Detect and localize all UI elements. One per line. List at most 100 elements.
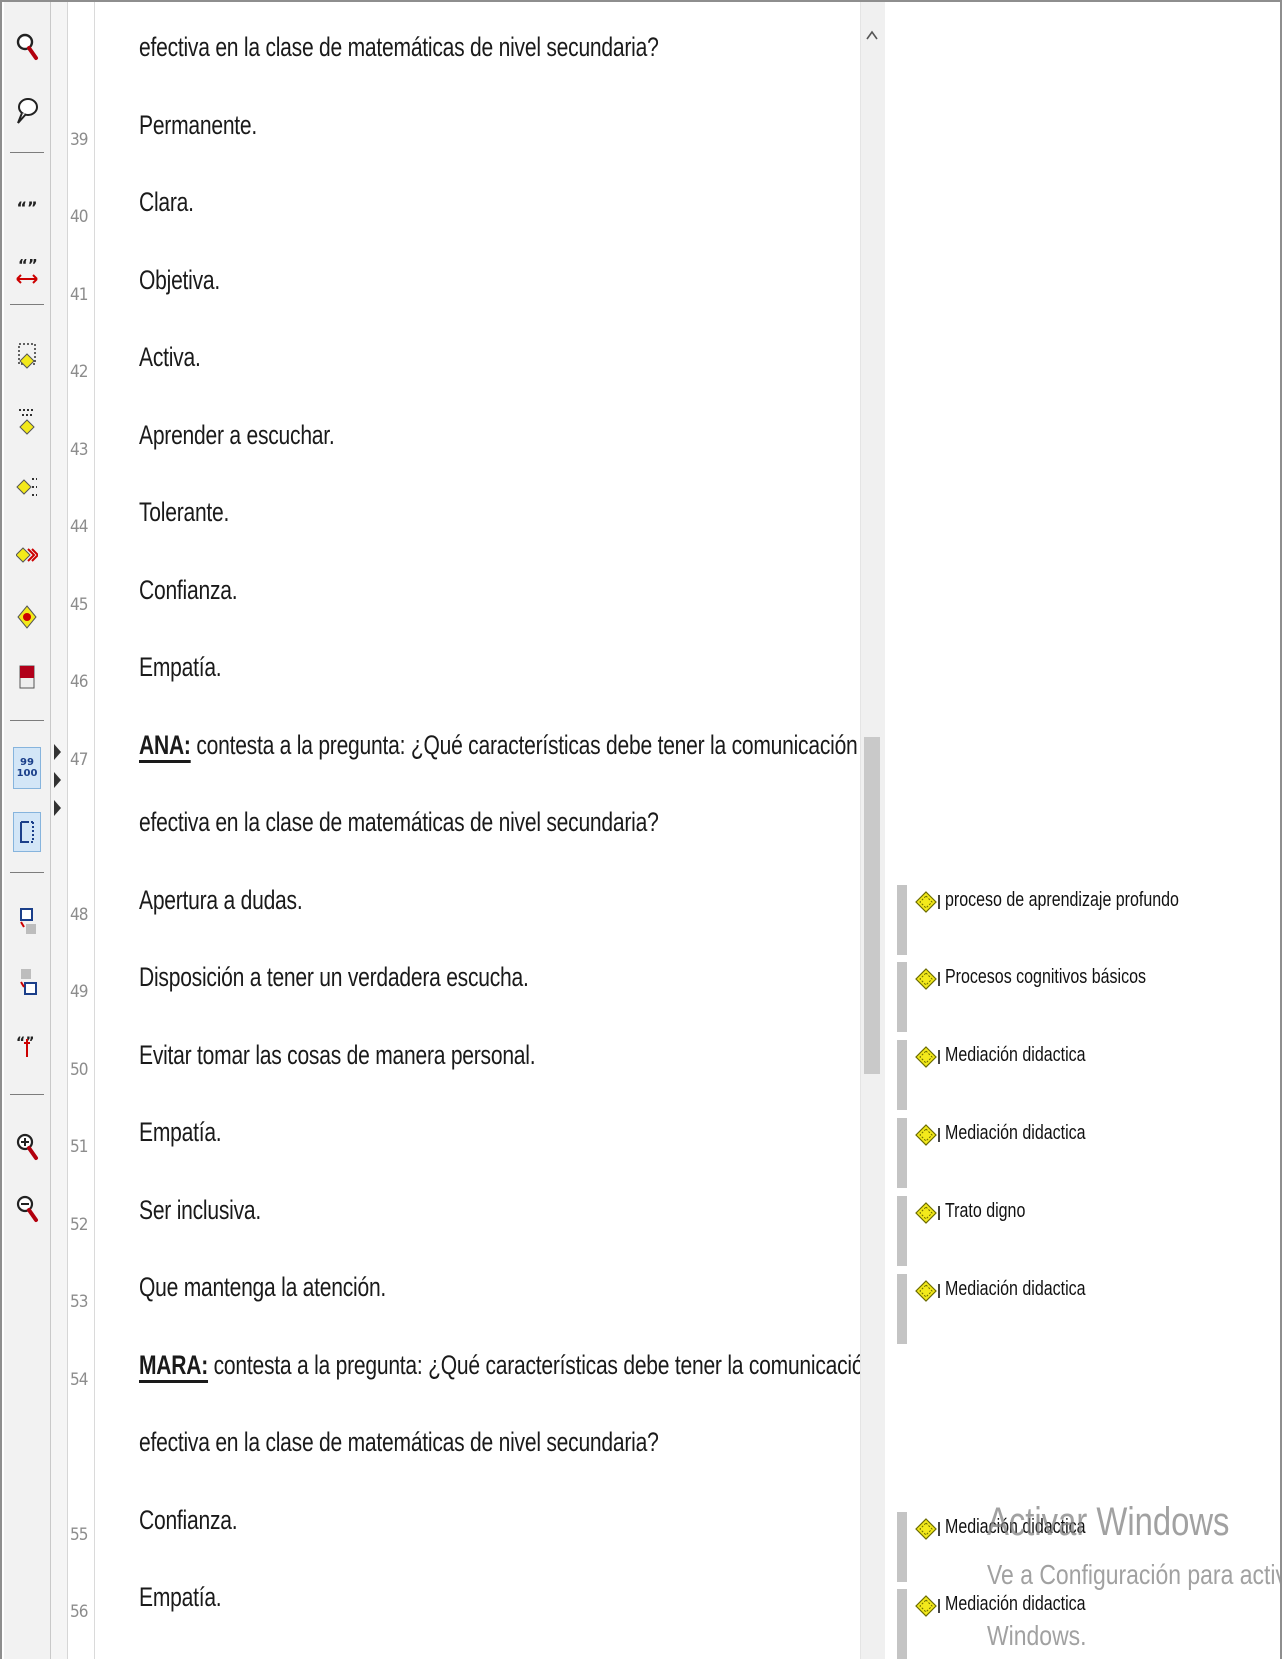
code-tick [938,1599,940,1613]
splitter-arrows-icon[interactable] [53,744,65,834]
layout-icon[interactable] [13,812,41,852]
toolbar-separator [10,1094,44,1095]
code-icon [915,1046,937,1068]
line-text: contesta a la pregunta: ¿Qué característ… [208,1349,875,1380]
code-icon [915,1202,937,1224]
code-name: Procesos cognitivos básicos [945,966,1146,988]
zoom-out-icon[interactable] [13,1194,41,1224]
move-code-down-icon[interactable] [13,967,41,997]
line-numbers-icon[interactable]: 99 100 [13,747,41,789]
code-partial-icon[interactable] [13,472,41,502]
quote-link-icon[interactable]: “” [13,257,41,287]
code-bracket-bar [897,1274,907,1344]
line-text: Objetiva. [139,264,221,295]
app-window: “” “” 99 100 “” 39 40 41 42 43 44 45 46 … [0,0,1282,1659]
code-tick [938,1284,940,1298]
line-number: 39 [70,129,88,150]
line-text: efectiva en la clase de matemáticas de n… [139,32,659,62]
line-text: Apertura a dudas. [139,884,303,915]
toolbar-separator [10,720,44,721]
quote-icon[interactable]: “” [13,192,41,222]
code-icon [915,1280,937,1302]
line-number: 54 [70,1369,88,1390]
toolbar-separator [10,304,44,305]
code-bracket-bar [897,962,907,1032]
document-line[interactable]: Objetiva. [139,265,220,296]
comment-icon[interactable] [13,96,41,126]
code-icon [915,1518,937,1540]
code-tick [938,1206,940,1220]
move-code-up-icon[interactable] [13,907,41,937]
quote-edit-icon[interactable]: “” [13,1032,41,1062]
document-line[interactable]: Empatía. [139,652,222,683]
line-number: 42 [70,362,88,382]
code-tick [938,1050,940,1064]
document-line[interactable]: Ser inclusiva. [139,1195,261,1226]
code-name: Mediación didactica [945,1044,1086,1066]
document-line[interactable]: Activa. [139,342,201,373]
code-bracket-bar [897,1589,907,1659]
line-number-column: 39 40 41 42 43 44 45 46 47 48 49 50 51 52 53 54 55 56 [68,2,95,1659]
code-icon [915,1595,937,1617]
line-number: 53 [70,1292,88,1312]
line-text: Empatía. [139,652,222,682]
vertical-scrollbar[interactable] [860,2,886,1659]
line-text: efectiva en la clase de matemáticas de n… [139,807,659,837]
line-number: 45 [70,594,88,615]
code-icon [915,1124,937,1146]
line-number: 49 [70,982,88,1002]
document-line[interactable]: Confianza. [139,575,238,606]
line-text: Activa. [139,342,201,372]
code-tick [938,1128,940,1142]
document-line[interactable]: MARA: contesta a la pregunta: ¿Qué carac… [139,1350,875,1381]
line-number: 40 [70,207,88,227]
toolbar-separator [10,152,44,153]
document-line[interactable]: Aprender a escuchar. [139,420,335,451]
document-line[interactable]: Tolerante. [139,497,229,528]
document-line[interactable]: Disposición a tener un verdadera escucha… [139,962,529,993]
code-tick [938,972,940,986]
line-number: 48 [70,904,88,925]
document-line[interactable]: Apertura a dudas. [139,884,303,916]
toolbar-separator [10,872,44,873]
splitter-gutter[interactable] [51,2,68,1659]
document-line[interactable]: Permanente. [139,110,257,141]
speaker-name: ANA: [139,729,191,760]
document-line[interactable]: Empatía. [139,1117,222,1148]
search-icon[interactable] [13,32,41,62]
document-line[interactable]: efectiva en la clase de matemáticas de n… [139,807,659,838]
document-line[interactable]: Evitar tomar las cosas de manera persona… [139,1039,536,1071]
code-bracket-bar [897,1512,907,1582]
code-filter-icon[interactable] [13,407,41,437]
line-text: Evitar tomar las cosas de manera persona… [139,1039,536,1070]
scrollbar-thumb[interactable] [864,737,880,1074]
code-name: Mediación didactica [945,1278,1086,1300]
scroll-up-arrow-icon[interactable] [866,30,878,40]
document-line[interactable]: Empatía. [139,1582,222,1613]
document-line[interactable]: Confianza. [139,1505,238,1536]
document-line[interactable]: Que mantenga la atención. [139,1272,386,1303]
memo-icon[interactable] [13,662,41,692]
document-text-area[interactable]: efectiva en la clase de matemáticas de n… [95,2,875,1659]
line-text: Aprender a escuchar. [139,419,335,450]
code-icon [915,891,937,913]
document-line[interactable]: efectiva en la clase de matemáticas de n… [139,32,659,63]
document-line[interactable]: Clara. [139,187,194,218]
code-list-icon[interactable] [13,342,41,372]
line-text: Tolerante. [139,497,230,527]
svg-text:“”: “” [18,257,38,274]
line-numbers-label-bottom: 100 [16,768,38,779]
code-name: Mediación didactica [945,1593,1086,1615]
code-star-icon[interactable] [13,602,41,632]
code-tick [938,1522,940,1536]
document-line[interactable]: ANA: contesta a la pregunta: ¿Qué caract… [139,730,858,761]
code-arrows-icon[interactable] [13,540,41,570]
code-icon [915,968,937,990]
line-number: 50 [70,1059,88,1080]
line-number: 44 [70,517,88,537]
document-line[interactable]: efectiva en la clase de matemáticas de n… [139,1427,659,1458]
activation-watermark-subtitle-2: Windows. [987,1620,1087,1651]
zoom-in-icon[interactable] [13,1132,41,1162]
code-name: Trato digno [945,1200,1026,1222]
vertical-toolbar: “” “” 99 100 “” [4,2,51,1659]
